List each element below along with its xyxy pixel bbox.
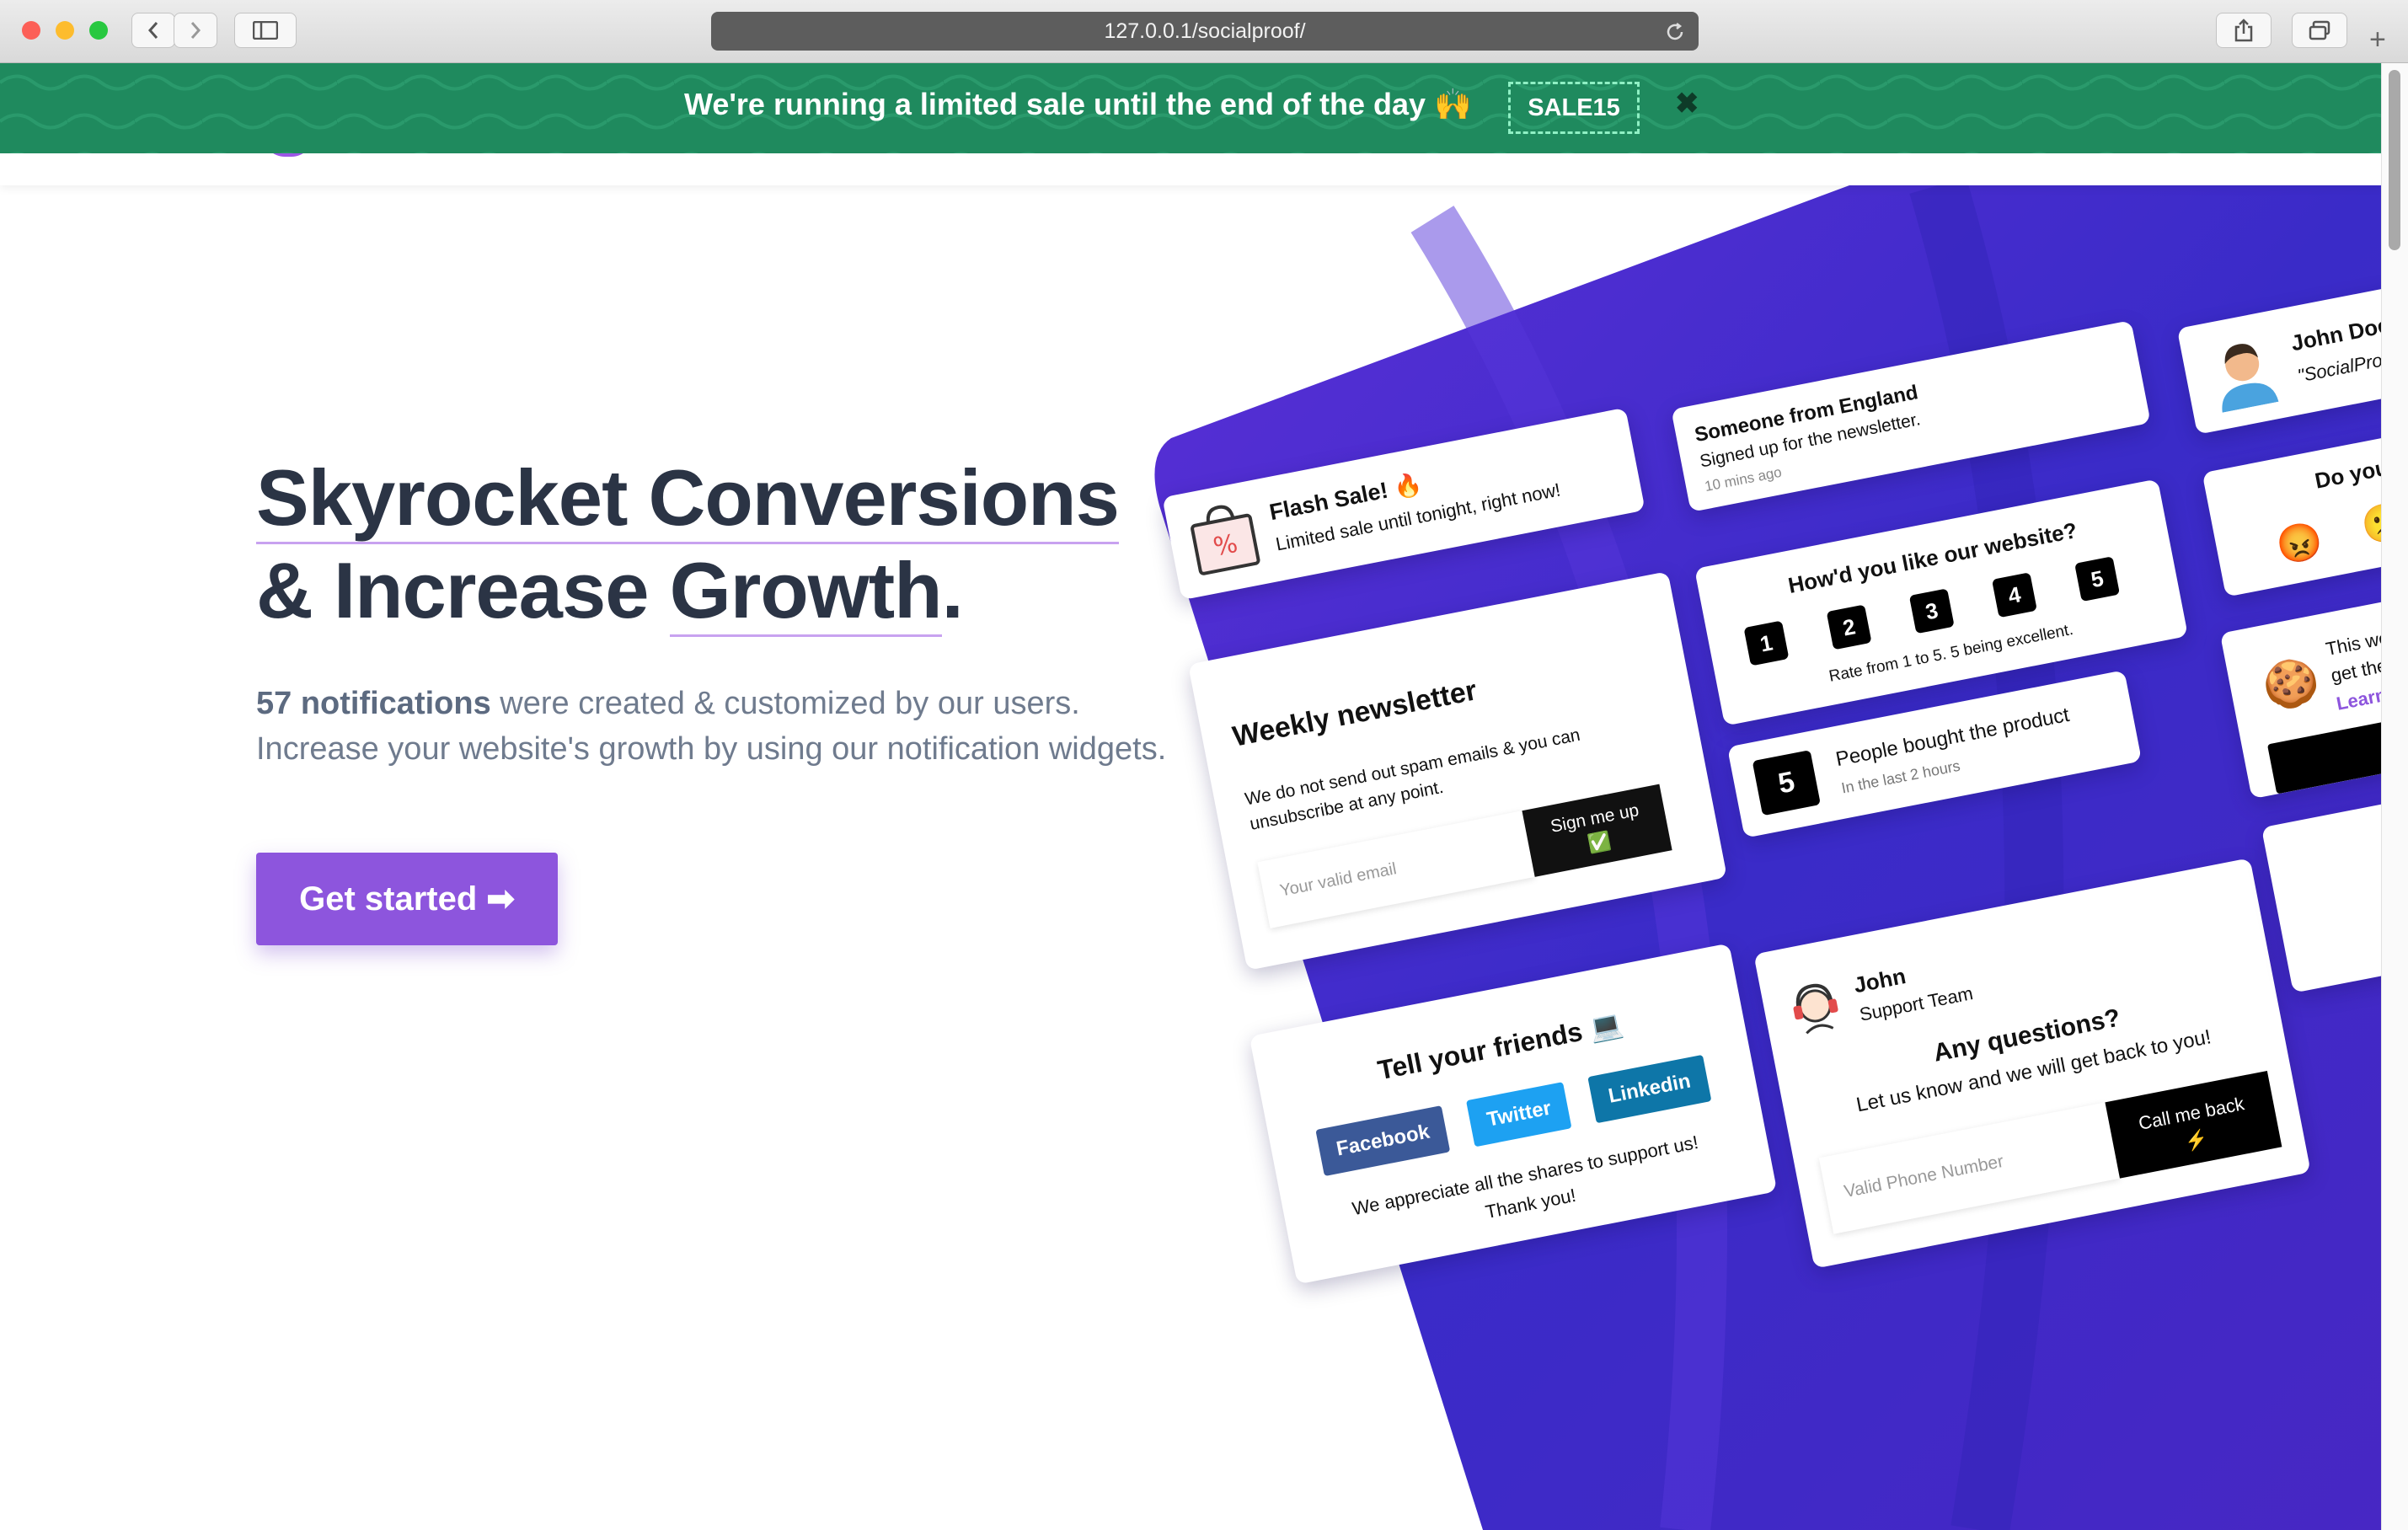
sale-banner: We're running a limited sale until the e…	[0, 63, 2381, 153]
headline-part-3: Growth	[669, 546, 943, 637]
newsletter-email-placeholder: Your valid email	[1278, 859, 1399, 901]
review-quote: "SocialPro	[2295, 349, 2381, 387]
twitter-share-button[interactable]: Twitter	[1466, 1082, 1572, 1148]
page-scrollbar[interactable]	[2381, 63, 2408, 1530]
cookie-icon: 🍪	[2258, 653, 2325, 714]
close-banner-icon[interactable]: ✖	[1675, 87, 1699, 120]
headline-line-2: & Increase Growth.	[256, 544, 1119, 637]
headline-part-2: & Increase	[256, 546, 670, 634]
scrollbar-thumb[interactable]	[2389, 70, 2400, 250]
shopping-bag-icon: %	[1191, 505, 1260, 575]
review-name: John Doe	[2288, 312, 2381, 356]
coupon-code[interactable]: SALE15	[1508, 82, 1640, 134]
banner-message: We're running a limited sale until the e…	[684, 87, 1472, 121]
linkedin-share-button[interactable]: Linkedin	[1587, 1054, 1712, 1124]
get-started-button[interactable]: Get started ➡	[256, 853, 558, 945]
phone-number-input[interactable]: Valid Phone Number	[1818, 1102, 2120, 1234]
cookie-text-2: get the	[2329, 655, 2381, 687]
phone-number-placeholder: Valid Phone Number	[1842, 1151, 2005, 1202]
newsletter-email-input[interactable]: Your valid email	[1257, 810, 1535, 928]
notification-count: 57 notifications	[256, 686, 491, 721]
subtitle-line-2: Increase your website's growth by using …	[256, 731, 1167, 767]
support-agent-icon	[1793, 983, 1838, 1035]
hero-headline: Skyrocket Conversions & Increase Growth.	[256, 452, 1120, 637]
rating-option-5[interactable]: 5	[2074, 556, 2121, 602]
headline-part-1: Skyrocket Conversions	[256, 453, 1120, 544]
support-name: John	[1851, 963, 1908, 998]
angry-face-icon[interactable]: 😡	[2272, 517, 2326, 570]
subtitle-line-1: 57 notifications were created & customiz…	[256, 681, 1166, 726]
subtitle-rest: were created & customized by our users.	[490, 686, 1080, 721]
newsletter-title: Weekly newsletter	[1229, 674, 1480, 753]
hero-subtitle: 57 notifications were created & customiz…	[256, 681, 1166, 772]
rating-option-2[interactable]: 2	[1826, 604, 1872, 650]
purchase-count: 5	[1752, 750, 1821, 816]
cookie-text-1: This we	[2324, 626, 2381, 660]
avatar-icon	[2222, 344, 2279, 413]
headline-line-1: Skyrocket Conversions	[256, 452, 1120, 544]
rating-option-1[interactable]: 1	[1743, 620, 1790, 666]
sad-face-icon[interactable]: 😕	[2357, 497, 2381, 549]
rating-option-4[interactable]: 4	[1991, 572, 2037, 618]
facebook-share-button[interactable]: Facebook	[1315, 1105, 1451, 1177]
newsletter-signup-button[interactable]: Sign me up ✅	[1522, 784, 1672, 877]
headline-part-4: .	[941, 546, 964, 634]
site-header	[0, 153, 2381, 185]
cookie-learn-link[interactable]: Learn	[2335, 684, 2381, 715]
rating-option-3[interactable]: 3	[1908, 588, 1955, 634]
call-me-back-button[interactable]: Call me back ⚡	[2105, 1070, 2282, 1179]
emoji-poll-title: Do you	[2312, 454, 2381, 494]
